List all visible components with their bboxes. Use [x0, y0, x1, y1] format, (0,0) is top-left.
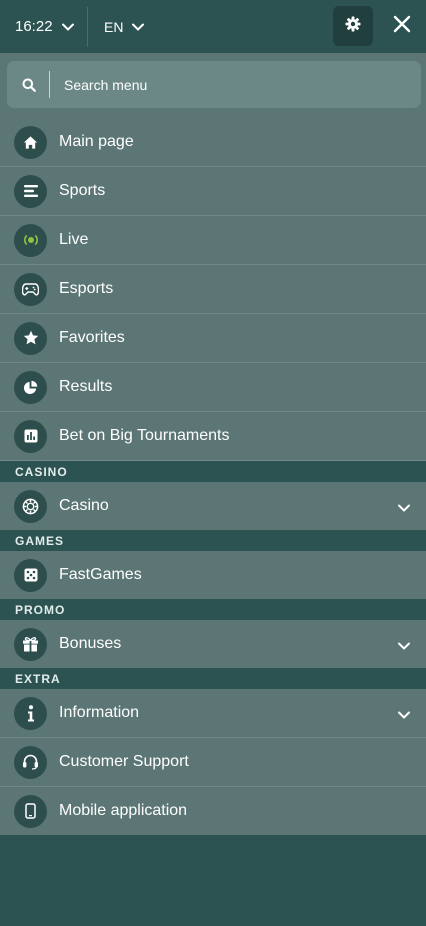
menu-item-esports[interactable]: Esports [0, 265, 426, 314]
menu-item-label: Favorites [59, 329, 125, 346]
menu-item-label: Main page [59, 133, 134, 150]
search-box[interactable] [7, 61, 421, 108]
menu-item-label: Bonuses [59, 635, 122, 652]
menu-item-label: Esports [59, 280, 114, 297]
chevron-down-icon [398, 706, 410, 724]
top-bar: 16:22 EN [0, 0, 426, 53]
menu-item-label: Bet on Big Tournaments [59, 427, 230, 444]
close-icon [393, 15, 411, 38]
dice-icon [14, 558, 47, 592]
headset-icon [14, 745, 47, 779]
language-label: EN [104, 18, 124, 35]
menu-item-label: Mobile application [59, 802, 188, 819]
menu-item-favorites[interactable]: Favorites [0, 314, 426, 363]
menu-item-results[interactable]: Results [0, 363, 426, 412]
menu-item-label: FastGames [59, 566, 142, 583]
search-icon [9, 78, 49, 92]
casino-chip-icon [14, 489, 47, 523]
menu-item-bonuses[interactable]: Bonuses [0, 620, 426, 668]
menu-item-main-page[interactable]: Main page [0, 118, 426, 167]
language-selector[interactable]: EN [88, 0, 145, 53]
chevron-down-icon [132, 18, 145, 36]
menu-item-customer-support[interactable]: Customer Support [0, 738, 426, 787]
gift-icon [14, 627, 47, 661]
search-area [0, 53, 426, 118]
menu-item-fastgames[interactable]: FastGames [0, 551, 426, 599]
section-header-games: GAMES [0, 530, 426, 551]
time-label: 16:22 [15, 18, 53, 35]
menu-item-information[interactable]: Information [0, 689, 426, 738]
menu-item-label: Information [59, 704, 140, 721]
section-header-casino: CASINO [0, 461, 426, 482]
close-button[interactable] [388, 12, 416, 40]
menu-item-casino[interactable]: Casino [0, 482, 426, 530]
home-icon [14, 125, 47, 159]
settings-button[interactable] [333, 6, 373, 46]
menu-item-label: Sports [59, 182, 106, 199]
live-broadcast-icon [14, 223, 47, 257]
menu-item-sports[interactable]: Sports [0, 167, 426, 216]
gamepad-icon [14, 272, 47, 306]
smartphone-icon [14, 794, 47, 828]
chevron-down-icon [398, 637, 410, 655]
bar-chart-icon [14, 419, 47, 453]
gear-icon [345, 16, 361, 37]
menu-item-label: Customer Support [59, 753, 189, 770]
search-input[interactable] [50, 75, 396, 94]
menu-item-label: Results [59, 378, 113, 395]
menu-item-live[interactable]: Live [0, 216, 426, 265]
pie-chart-icon [14, 370, 47, 404]
section-header-extra: EXTRA [0, 668, 426, 689]
chevron-down-icon [61, 18, 74, 36]
chevron-down-icon [398, 499, 410, 517]
menu-item-label: Casino [59, 497, 109, 514]
time-selector[interactable]: 16:22 [0, 0, 87, 53]
section-header-promo: PROMO [0, 599, 426, 620]
menu-item-label: Live [59, 231, 89, 248]
menu-item-mobile-application[interactable]: Mobile application [0, 787, 426, 835]
info-icon [14, 696, 47, 730]
menu-item-bet-on-big-tournaments[interactable]: Bet on Big Tournaments [0, 412, 426, 461]
sports-list-icon [14, 174, 47, 208]
star-icon [14, 321, 47, 355]
